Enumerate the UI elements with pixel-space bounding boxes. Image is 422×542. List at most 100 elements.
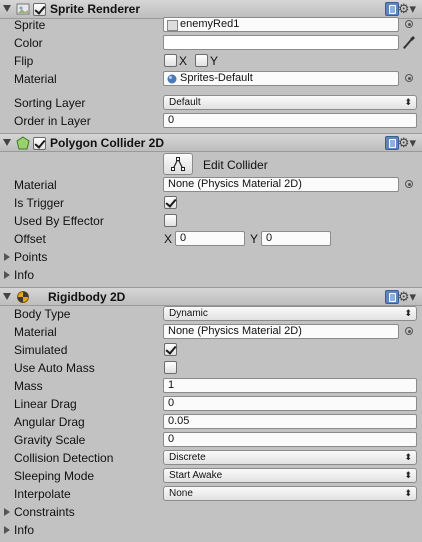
angular-drag-row: Angular Drag 0.05 [0,413,422,431]
expand-arrow-icon[interactable] [4,271,10,279]
object-picker-icon[interactable] [405,74,413,82]
rb-material-field[interactable]: None (Physics Material 2D) [163,324,399,339]
color-row: Color [0,34,422,52]
offset-y-input[interactable]: 0 [261,231,331,246]
flip-x-label: X [179,54,188,68]
field-label: Offset [14,232,46,246]
offset-x-input[interactable]: 0 [175,231,245,246]
object-picker-icon[interactable] [405,327,413,335]
color-swatch[interactable] [163,35,399,50]
dropdown-value: Discrete [169,452,206,463]
field-label: Flip [14,54,34,68]
sprite-renderer-icon [16,3,30,15]
field-label: Angular Drag [14,415,85,429]
material-value: Sprites-Default [180,72,253,84]
rb-info-foldout[interactable]: Info [0,521,422,539]
gear-icon[interactable]: ⚙▾ [398,135,416,150]
is-trigger-checkbox[interactable] [164,196,177,209]
edit-collider-row: Edit Collider [0,152,422,176]
expand-arrow-icon[interactable] [4,526,10,534]
foldout-label: Constraints [14,505,75,519]
object-picker-icon[interactable] [405,180,413,188]
updown-arrows-icon: ⬍ [404,308,412,318]
field-label: Material [14,72,57,86]
linear-drag-input[interactable]: 0 [163,396,417,411]
flip-x-checkbox[interactable] [164,54,177,67]
flip-y-label: Y [210,54,219,68]
gear-icon[interactable]: ⚙▾ [398,1,416,16]
sprite-renderer-enabled-checkbox[interactable] [33,3,46,16]
foldout-label: Info [14,523,35,537]
polygon-collider-icon [16,136,30,150]
interpolate-dropdown[interactable]: None ⬍ [163,486,417,501]
order-in-layer-input[interactable]: 0 [163,113,417,128]
component-title: Polygon Collider 2D [50,136,165,150]
field-label: Order in Layer [14,114,91,128]
eyedropper-icon[interactable] [402,34,416,50]
updown-arrows-icon: ⬍ [404,452,412,462]
collapse-arrow-icon[interactable] [3,5,11,12]
field-label: Simulated [14,343,68,357]
simulated-row: Simulated [0,341,422,359]
field-label: Mass [14,379,43,393]
component-title: Rigidbody 2D [48,290,126,304]
offset-y-label: Y [250,232,259,246]
offset-x-label: X [164,232,173,246]
material-row: Material Sprites-Default [0,70,422,88]
dropdown-value: None [169,488,193,499]
offset-row: Offset X 0 Y 0 [0,230,422,248]
angular-drag-input[interactable]: 0.05 [163,414,417,429]
used-by-effector-checkbox[interactable] [164,214,177,227]
sprite-row: Sprite enemyRed1 [0,16,422,34]
gear-icon[interactable]: ⚙▾ [398,289,416,304]
material-field[interactable]: Sprites-Default [163,71,399,86]
expand-arrow-icon[interactable] [4,508,10,516]
constraints-foldout[interactable]: Constraints [0,503,422,521]
collapse-arrow-icon[interactable] [3,139,11,146]
updown-arrows-icon: ⬍ [404,470,412,480]
updown-arrows-icon: ⬍ [404,97,412,107]
edit-collider-label: Edit Collider [203,158,268,172]
gravity-scale-input[interactable]: 0 [163,432,417,447]
use-auto-mass-row: Use Auto Mass [0,359,422,377]
field-label: Sorting Layer [14,96,86,110]
interpolate-row: Interpolate None ⬍ [0,485,422,503]
edit-collider-button[interactable] [163,153,193,175]
polygon-collider-header[interactable]: Polygon Collider 2D ⚙▾ [0,133,422,152]
rigidbody-header[interactable]: Rigidbody 2D ⚙▾ [0,287,422,306]
sprite-field[interactable]: enemyRed1 [163,17,399,32]
field-label: Collision Detection [14,451,114,465]
object-picker-icon[interactable] [405,20,413,28]
field-label: Is Trigger [14,196,65,210]
field-label: Used By Effector [14,214,104,228]
collider-info-foldout[interactable]: Info [0,266,422,284]
rigidbody-icon [17,291,29,303]
body-type-dropdown[interactable]: Dynamic ⬍ [163,306,417,321]
field-label: Body Type [14,307,71,321]
component-title: Sprite Renderer [50,2,141,16]
collision-detection-row: Collision Detection Discrete ⬍ [0,449,422,467]
field-label: Material [14,178,57,192]
field-label: Linear Drag [14,397,77,411]
use-auto-mass-checkbox[interactable] [164,361,177,374]
dropdown-value: Dynamic [169,308,208,319]
sleeping-mode-dropdown[interactable]: Start Awake ⬍ [163,468,417,483]
collision-detection-dropdown[interactable]: Discrete ⬍ [163,450,417,465]
simulated-checkbox[interactable] [164,343,177,356]
dropdown-value: Default [169,97,201,108]
points-foldout[interactable]: Points [0,248,422,266]
sorting-layer-dropdown[interactable]: Default ⬍ [163,95,417,110]
mass-input[interactable]: 1 [163,378,417,393]
expand-arrow-icon[interactable] [4,253,10,261]
collider-material-field[interactable]: None (Physics Material 2D) [163,177,399,192]
gravity-scale-row: Gravity Scale 0 [0,431,422,449]
field-label: Sleeping Mode [14,469,95,483]
collapse-arrow-icon[interactable] [3,293,11,300]
updown-arrows-icon: ⬍ [404,488,412,498]
polygon-collider-enabled-checkbox[interactable] [33,137,46,150]
material-sphere-icon [167,74,177,84]
linear-drag-row: Linear Drag 0 [0,395,422,413]
flip-y-checkbox[interactable] [195,54,208,67]
field-label: Color [14,36,43,50]
sprite-value: enemyRed1 [180,18,240,30]
